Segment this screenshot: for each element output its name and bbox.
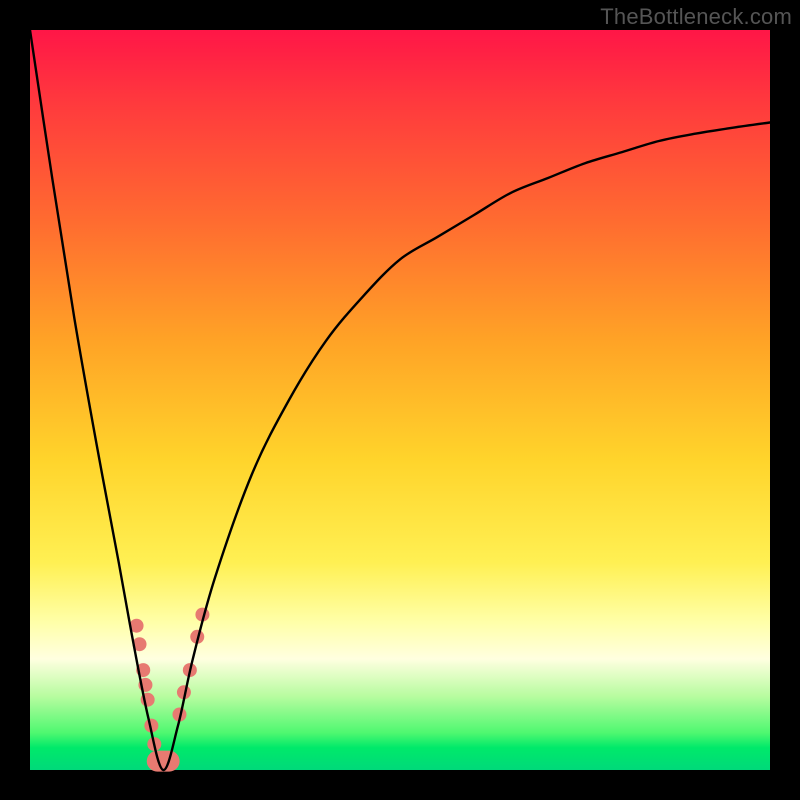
bottom-pill-marker xyxy=(147,751,179,771)
curve-svg xyxy=(30,30,770,770)
chart-frame: TheBottleneck.com xyxy=(0,0,800,800)
markers-left-branch xyxy=(130,619,162,751)
plot-area xyxy=(30,30,770,770)
bottleneck-curve xyxy=(30,30,770,770)
watermark-text: TheBottleneck.com xyxy=(600,4,792,30)
